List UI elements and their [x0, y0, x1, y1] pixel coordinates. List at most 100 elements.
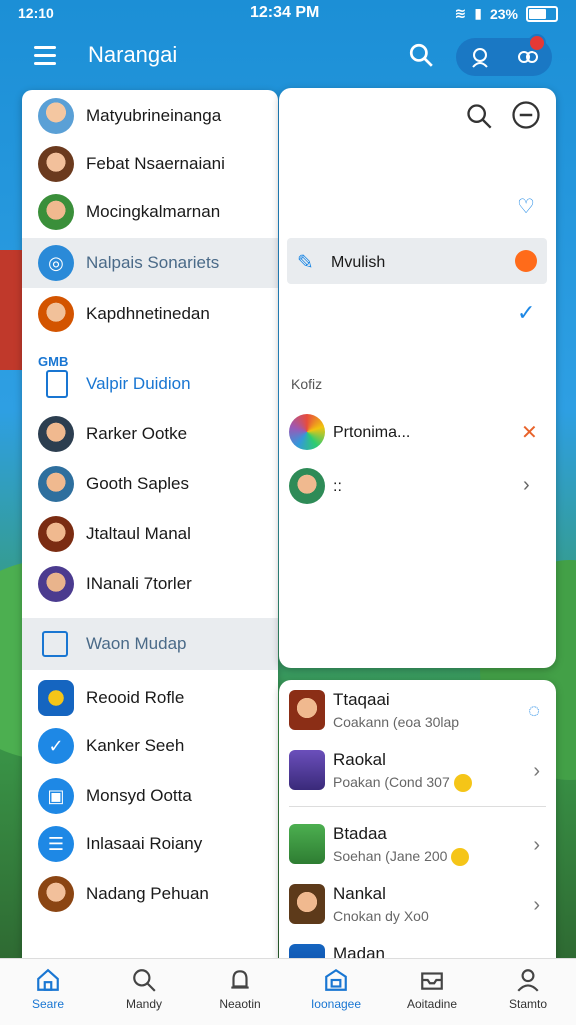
- list-item[interactable]: ▣ Monsyd Ootta: [22, 772, 278, 820]
- avatar: [289, 414, 325, 450]
- status-time: 12:34 PM: [250, 4, 320, 21]
- wifi-icon: ≋: [454, 5, 467, 21]
- search-icon: [133, 969, 156, 992]
- avatar: [289, 468, 325, 504]
- thumbnail: [289, 690, 325, 730]
- list-item[interactable]: Kapdhnetinedan: [22, 290, 278, 338]
- app-title: Narangai: [88, 42, 178, 67]
- list-item[interactable]: Matyubrineinanga: [22, 92, 278, 140]
- list-item[interactable]: INanali 7torler: [22, 560, 278, 608]
- list-item-label: Inlasaai Roiany: [86, 834, 203, 853]
- minus-circle-icon[interactable]: [511, 100, 541, 130]
- tab-home[interactable]: Seare: [0, 959, 96, 1025]
- list-item[interactable]: Rarker Ootke: [22, 410, 278, 458]
- close-icon[interactable]: ✕: [521, 420, 538, 445]
- tab-notifications[interactable]: Neaotin: [192, 959, 288, 1025]
- bottom-navigation: Seare Mandy Neaotin Ioonagee Aoitadine S…: [0, 958, 576, 1025]
- list-item[interactable]: Jtaltaul Manal: [22, 510, 278, 558]
- list-item[interactable]: Nadang Pehuan: [22, 870, 278, 918]
- item-subtitle: Soehan (Jane 200: [333, 848, 448, 864]
- item-title: Raokal: [333, 750, 386, 769]
- action-pill: [456, 34, 552, 76]
- avatar: [38, 194, 74, 230]
- edit-icon: ✎: [297, 252, 314, 274]
- chevron-right-icon[interactable]: ›: [523, 474, 530, 497]
- tab-label: Aoitadine: [406, 997, 458, 1011]
- tab-profile[interactable]: Stamto: [480, 959, 576, 1025]
- check-icon[interactable]: ✓: [517, 300, 535, 326]
- avatar: [38, 466, 74, 502]
- list-item[interactable]: Nankal Cnokan dy Xo0 ›: [279, 876, 556, 936]
- item-label[interactable]: Prtonima...: [333, 424, 410, 442]
- avatar: [38, 98, 74, 134]
- app-bar: Narangai: [0, 28, 576, 88]
- check-icon: ✓: [38, 728, 74, 764]
- thumbnail: [289, 884, 325, 924]
- list-item-label: Valpir Duidion: [86, 374, 191, 393]
- item-title: Nankal: [333, 884, 386, 903]
- clipboard-icon: [46, 370, 68, 398]
- avatar: [38, 876, 74, 912]
- bell-icon: [231, 970, 249, 989]
- list-item-label: INanali 7torler: [86, 574, 192, 593]
- list-item-label: Kapdhnetinedan: [86, 304, 210, 323]
- list-item[interactable]: Gooth Saples: [22, 460, 278, 508]
- avatar: [38, 516, 74, 552]
- right-top-panel: ♡ ✎ Mvulish ✓ Kofiz Prtonima... ✕ :: ›: [279, 88, 556, 668]
- battery-percent: 23%: [489, 5, 518, 22]
- user-search-icon[interactable]: [468, 45, 492, 69]
- search-icon[interactable]: [465, 102, 493, 130]
- smile-emoji-icon: [451, 848, 470, 867]
- search-icon[interactable]: [408, 42, 434, 68]
- tab-label: Neaotin: [219, 997, 261, 1011]
- list-item[interactable]: Ttaqaai Coakann (eoa 30lap ◌: [279, 682, 556, 742]
- status-bar: 12:10 12:34 PM ≋ ▮ 23%: [0, 0, 576, 28]
- hamburger-menu-icon[interactable]: [34, 46, 56, 70]
- smile-emoji-icon: [453, 774, 472, 793]
- tab-library[interactable]: Ioonagee: [288, 959, 384, 1025]
- chevron-right-icon[interactable]: ›: [533, 834, 540, 857]
- list-item-label: Nalpais Sonariets: [86, 253, 220, 272]
- tab-label: Mandy: [125, 997, 163, 1011]
- avatar: [38, 416, 74, 452]
- square-icon: ▣: [38, 778, 74, 814]
- orange-dot-icon: [515, 250, 537, 272]
- list-item-selected[interactable]: Waon Mudap: [22, 618, 278, 670]
- item-title: Ttaqaai: [333, 690, 390, 709]
- list-item-label: Kanker Seeh: [86, 736, 185, 755]
- list-item-label: Febat Nsaernaiani: [86, 154, 225, 173]
- selected-option[interactable]: [287, 238, 547, 284]
- section-label: Kofiz: [291, 376, 323, 392]
- item-subtitle: Poakan (Cond 307: [333, 774, 450, 790]
- chat-icon[interactable]: ◌: [528, 700, 540, 723]
- list-item-selected[interactable]: ◎ Nalpais Sonariets: [22, 238, 278, 288]
- list-item[interactable]: Reooid Rofle: [22, 674, 278, 722]
- list-item-label: Rarker Ootke: [86, 424, 188, 443]
- avatar: [38, 296, 74, 332]
- tab-activity[interactable]: Aoitadine: [384, 959, 480, 1025]
- item-title: Btadaa: [333, 824, 387, 843]
- list-item[interactable]: Btadaa Soehan (Jane 200 ›: [279, 816, 556, 876]
- thumbnail: [289, 824, 325, 864]
- right-bottom-panel: Ttaqaai Coakann (eoa 30lap ◌ Raokal Poak…: [279, 680, 556, 970]
- list-item-label: Monsyd Ootta: [86, 786, 192, 805]
- chevron-right-icon[interactable]: ›: [533, 760, 540, 783]
- inbox-icon: [421, 972, 443, 990]
- list-item[interactable]: Valpir Duidion: [22, 360, 278, 408]
- list-item[interactable]: Raokal Poakan (Cond 307 ›: [279, 742, 556, 802]
- battery-icon: [526, 5, 558, 22]
- list-item[interactable]: Febat Nsaernaiani: [22, 140, 278, 188]
- list-item[interactable]: ☰ Inlasaai Roiany: [22, 820, 278, 868]
- tab-search[interactable]: Mandy: [96, 959, 192, 1025]
- signal-icon: ▮: [474, 5, 482, 21]
- tab-label: Seare: [31, 997, 65, 1011]
- item-label[interactable]: ::: [333, 478, 342, 496]
- list-item[interactable]: Mocingkalmarnan: [22, 188, 278, 236]
- heart-check-icon[interactable]: ♡: [517, 194, 535, 219]
- chevron-right-icon[interactable]: ›: [533, 894, 540, 917]
- app-icon: [38, 680, 74, 716]
- list-item[interactable]: ✓ Kanker Seeh: [22, 722, 278, 770]
- sonar-icon: ◎: [38, 245, 74, 281]
- list-icon: ☰: [38, 826, 74, 862]
- profile-icon: [517, 969, 539, 992]
